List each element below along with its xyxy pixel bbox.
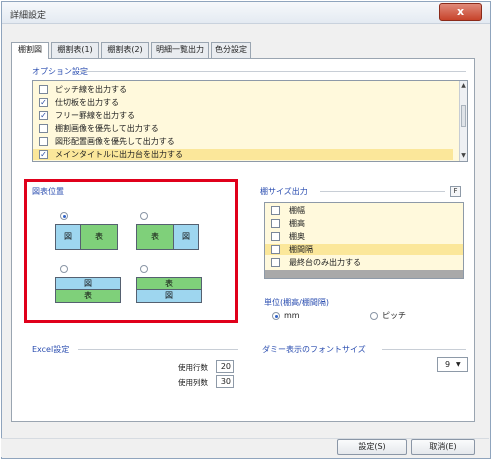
excel-group-title: Excel設定: [32, 345, 70, 354]
unit-mm-radio[interactable]: [272, 312, 280, 320]
font-size-divider: [382, 349, 466, 350]
option-row-shape-image-priority[interactable]: 図形配置画像を優先して出力する: [33, 136, 453, 147]
shelf-checkbox[interactable]: [271, 245, 280, 254]
option-row-main-title-output[interactable]: ✓ メインタイトルに出力台を出力する: [33, 149, 453, 160]
shelf-label: 棚幅: [289, 206, 305, 215]
window-title: 詳細設定: [10, 11, 47, 21]
layout-group-title: 図表位置: [32, 187, 64, 196]
option-row-divider-board[interactable]: ✓ 仕切板を出力する: [33, 97, 453, 108]
options-scrollbar[interactable]: ▲ ▼: [459, 81, 467, 161]
layout-fig-cell: 図: [55, 224, 81, 250]
tab-detail-list-output[interactable]: 明細一覧出力: [151, 42, 209, 58]
shelf-size-group-title: 棚サイズ出力: [260, 187, 308, 196]
shelf-row-width[interactable]: 棚幅: [265, 205, 463, 216]
cols-label: 使用列数: [178, 378, 208, 387]
rows-label: 使用行数: [178, 363, 208, 372]
option-checkbox[interactable]: ✓: [39, 111, 48, 120]
layout-radio-table-left[interactable]: [140, 212, 148, 220]
layout-radio-table-top[interactable]: [140, 265, 148, 273]
cancel-button[interactable]: 取消(E): [411, 439, 475, 455]
tab-shelf-table-1[interactable]: 棚割表(1): [51, 42, 99, 58]
shelf-size-listbox[interactable]: 棚幅 棚高 棚奥 棚間隔 最終台のみ出力する: [264, 202, 464, 279]
font-size-select[interactable]: 9 ▼: [437, 357, 468, 372]
font-size-value: 9: [445, 360, 451, 369]
shelf-row-last-only[interactable]: 最終台のみ出力する: [265, 257, 463, 268]
shelf-size-divider: [320, 191, 445, 192]
option-label: フリー罫線を出力する: [55, 111, 135, 120]
scroll-down-arrow-icon[interactable]: ▼: [460, 152, 467, 159]
shelf-row-height[interactable]: 棚高: [265, 218, 463, 229]
option-label: ピッチ線を出力する: [55, 85, 127, 94]
excel-divider: [78, 349, 238, 350]
option-row-shelf-image-priority[interactable]: 棚割画像を優先して出力する: [33, 123, 453, 134]
shelf-checkbox[interactable]: [271, 219, 280, 228]
layout-fig-cell: 図: [136, 289, 202, 303]
option-checkbox[interactable]: [39, 124, 48, 133]
option-label: 仕切板を出力する: [55, 98, 119, 107]
shelf-label: 棚奥: [289, 232, 305, 241]
layout-table-cell: 表: [55, 289, 121, 303]
close-button[interactable]: x: [439, 3, 482, 21]
tab-shelf-table-2[interactable]: 棚割表(2): [101, 42, 149, 58]
font-size-group-title: ダミー表示のフォントサイズ: [262, 345, 366, 354]
layout-table-cell: 表: [80, 224, 118, 250]
options-listbox[interactable]: ピッチ線を出力する ✓ 仕切板を出力する ✓ フリー罫線を出力する 棚割画像を優…: [32, 80, 468, 162]
rows-input[interactable]: 20: [216, 360, 234, 373]
cols-input[interactable]: 30: [216, 375, 234, 388]
unit-pitch-label: ピッチ: [382, 311, 406, 320]
layout-table-cell: 表: [136, 224, 174, 250]
unit-group-title: 単位(棚高/棚間隔): [264, 298, 329, 307]
option-checkbox[interactable]: ✓: [39, 98, 48, 107]
shelf-checkbox[interactable]: [271, 258, 280, 267]
shelf-size-f-button[interactable]: F: [450, 186, 461, 197]
scroll-thumb[interactable]: [461, 105, 466, 127]
shelf-label: 棚間隔: [289, 245, 313, 254]
unit-mm-label: mm: [284, 311, 300, 320]
shelf-list-footer-bar: [265, 270, 463, 278]
layout-radio-fig-left[interactable]: [60, 212, 68, 220]
option-checkbox[interactable]: ✓: [39, 150, 48, 159]
option-label: メインタイトルに出力台を出力する: [55, 150, 183, 159]
shelf-row-depth[interactable]: 棚奥: [265, 231, 463, 242]
option-label: 棚割画像を優先して出力する: [55, 124, 159, 133]
chevron-down-icon: ▼: [456, 361, 461, 368]
tab-shelf-diagram[interactable]: 棚割図: [11, 42, 49, 59]
option-row-pitch-line[interactable]: ピッチ線を出力する: [33, 84, 453, 95]
shelf-label: 最終台のみ出力する: [289, 258, 361, 267]
option-checkbox[interactable]: [39, 85, 48, 94]
layout-radio-fig-top[interactable]: [60, 265, 68, 273]
tab-color-settings[interactable]: 色分設定: [211, 42, 251, 58]
option-label: 図形配置画像を優先して出力する: [55, 137, 175, 146]
option-checkbox[interactable]: [39, 137, 48, 146]
shelf-checkbox[interactable]: [271, 206, 280, 215]
save-button[interactable]: 設定(S): [337, 439, 407, 455]
layout-fig-cell: 図: [173, 224, 199, 250]
shelf-label: 棚高: [289, 219, 305, 228]
shelf-checkbox[interactable]: [271, 232, 280, 241]
scroll-up-arrow-icon[interactable]: ▲: [460, 82, 467, 89]
options-divider: [80, 71, 466, 72]
option-row-free-rule[interactable]: ✓ フリー罫線を出力する: [33, 110, 453, 121]
title-bar: 詳細設定 x: [2, 2, 490, 24]
unit-pitch-radio[interactable]: [370, 312, 378, 320]
shelf-row-interval[interactable]: 棚間隔: [265, 244, 463, 255]
